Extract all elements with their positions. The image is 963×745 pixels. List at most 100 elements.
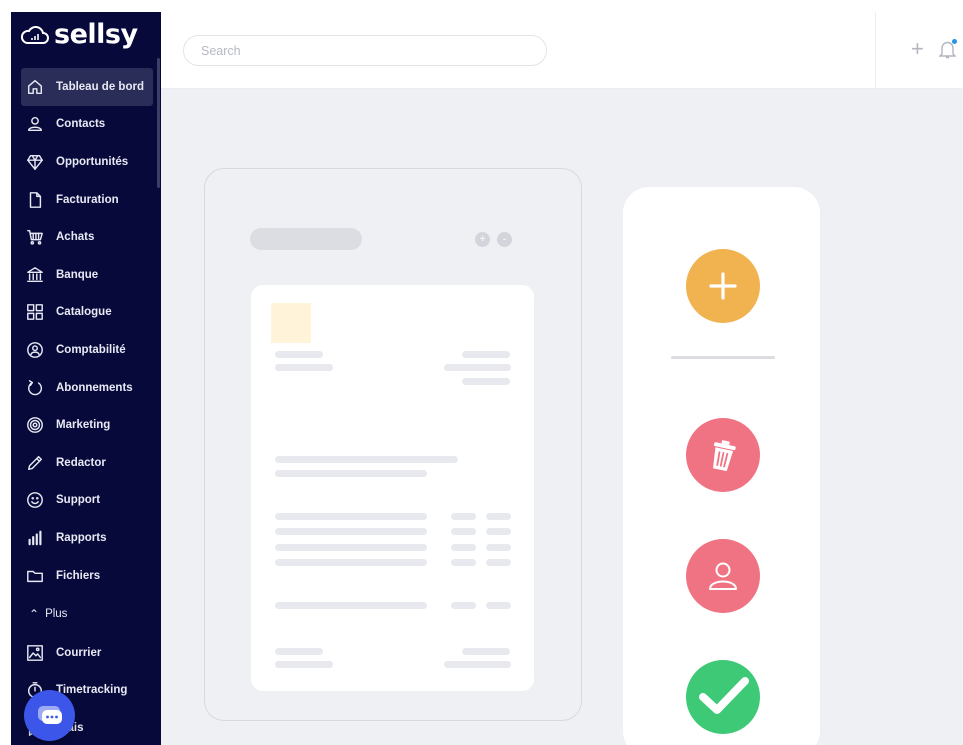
actions-panel: [623, 187, 820, 745]
check-icon: [699, 677, 749, 714]
text-placeholder: [451, 602, 476, 609]
folder-icon: [25, 566, 45, 586]
invoice-paper: [251, 285, 534, 691]
sidebar-item-abonnements[interactable]: Abonnements: [11, 369, 157, 407]
chat-button[interactable]: [24, 690, 75, 741]
sidebar-item-label: Catalogue: [56, 306, 112, 319]
text-placeholder: [275, 559, 427, 566]
text-placeholder: [486, 544, 511, 551]
brand-name: sellsy: [54, 19, 138, 50]
text-placeholder: [462, 351, 510, 358]
text-placeholder: [486, 513, 511, 520]
sidebar: sellsy Tableau de bord Contacts Opportun…: [11, 12, 161, 745]
sidebar-more-toggle[interactable]: ⌃ Plus: [11, 594, 157, 634]
invoice-logo-placeholder: [271, 303, 311, 343]
sidebar-item-label: Support: [56, 494, 101, 507]
actions-divider: [671, 356, 775, 359]
text-placeholder: [275, 470, 427, 477]
text-placeholder: [451, 513, 476, 520]
sidebar-item-catalogue[interactable]: Catalogue: [11, 294, 157, 332]
text-placeholder: [275, 513, 427, 520]
sidebar-item-facturation[interactable]: Facturation: [11, 181, 157, 219]
text-placeholder: [486, 602, 511, 609]
top-bar: +: [161, 12, 963, 89]
document-title-placeholder: [250, 228, 362, 250]
sidebar-item-label: Comptabilité: [56, 343, 126, 356]
trash-icon: [713, 440, 736, 472]
text-placeholder: [275, 364, 333, 371]
bar-chart-icon: [25, 528, 45, 548]
text-placeholder: [275, 456, 458, 463]
brand-logo[interactable]: sellsy: [20, 19, 138, 50]
accounting-icon: [25, 340, 45, 360]
add-icon[interactable]: +: [911, 38, 924, 60]
sidebar-item-label: Facturation: [56, 193, 119, 206]
plus-icon: [709, 272, 737, 300]
sidebar-item-label: Tableau de bord: [56, 80, 144, 93]
search-input[interactable]: [183, 35, 547, 66]
pen-icon: [25, 453, 45, 473]
diamond-icon: [25, 152, 45, 172]
topbar-divider: [875, 12, 876, 89]
assign-user-button[interactable]: [686, 539, 760, 613]
document-preview-frame: + -: [204, 168, 582, 721]
sidebar-item-opportunites[interactable]: Opportunités: [11, 143, 157, 181]
add-button[interactable]: [686, 249, 760, 323]
sidebar-item-label: Opportunités: [56, 155, 129, 168]
validate-button[interactable]: [686, 660, 760, 734]
sidebar-item-rapports[interactable]: Rapports: [11, 519, 157, 557]
smiley-icon: [25, 490, 45, 510]
text-placeholder: [451, 559, 476, 566]
file-icon: [25, 190, 45, 210]
sidebar-item-label: Achats: [56, 231, 95, 244]
main-content: + -: [161, 89, 963, 745]
user-icon: [709, 562, 737, 590]
refresh-icon: [25, 378, 45, 398]
text-placeholder: [444, 661, 511, 668]
text-placeholder: [444, 364, 511, 371]
target-icon: [25, 415, 45, 435]
sidebar-item-achats[interactable]: Achats: [11, 218, 157, 256]
notification-bell-icon[interactable]: [938, 39, 957, 64]
sidebar-item-label: Abonnements: [56, 381, 133, 394]
sidebar-item-banque[interactable]: Banque: [11, 256, 157, 294]
sidebar-item-fichiers[interactable]: Fichiers: [11, 557, 157, 595]
sidebar-item-tableau-de-bord[interactable]: Tableau de bord: [21, 68, 153, 106]
sidebar-item-comptabilite[interactable]: Comptabilité: [11, 331, 157, 369]
sidebar-item-courrier[interactable]: Courrier: [11, 634, 157, 672]
text-placeholder: [275, 351, 323, 358]
sidebar-item-label: Rapports: [56, 531, 107, 544]
text-placeholder: [451, 544, 476, 551]
chat-bubble-icon: [37, 705, 62, 724]
sidebar-item-label: Banque: [56, 268, 99, 281]
sidebar-item-label: Contacts: [56, 118, 106, 131]
text-placeholder: [275, 528, 427, 535]
text-placeholder: [275, 602, 427, 609]
text-placeholder: [451, 528, 476, 535]
chevron-up-icon: ⌃: [29, 607, 40, 622]
sidebar-item-redactor[interactable]: Redactor: [11, 444, 157, 482]
text-placeholder: [275, 661, 333, 668]
sidebar-more-label: Plus: [45, 608, 68, 621]
sidebar-item-contacts[interactable]: Contacts: [11, 106, 157, 144]
cloud-chart-icon: [20, 25, 49, 44]
delete-button[interactable]: [686, 418, 760, 492]
text-placeholder: [486, 528, 511, 535]
zoom-in-icon: +: [475, 232, 490, 247]
sidebar-item-support[interactable]: Support: [11, 482, 157, 520]
sidebar-scrollbar[interactable]: [157, 58, 160, 188]
sidebar-item-label: Courrier: [56, 646, 102, 659]
sidebar-nav: Tableau de bord Contacts Opportunités Fa…: [11, 68, 157, 634]
sidebar-item-label: Marketing: [56, 419, 111, 432]
notification-dot: [952, 39, 957, 44]
grid-icon: [25, 302, 45, 322]
sidebar-item-marketing[interactable]: Marketing: [11, 406, 157, 444]
sidebar-item-label: Timetracking: [56, 684, 128, 697]
text-placeholder: [275, 648, 323, 655]
text-placeholder: [462, 378, 510, 385]
mail-image-icon: [25, 643, 45, 663]
sidebar-item-label: Fichiers: [56, 569, 101, 582]
bank-icon: [25, 265, 45, 285]
text-placeholder: [486, 559, 511, 566]
sidebar-item-label: Redactor: [56, 456, 106, 469]
